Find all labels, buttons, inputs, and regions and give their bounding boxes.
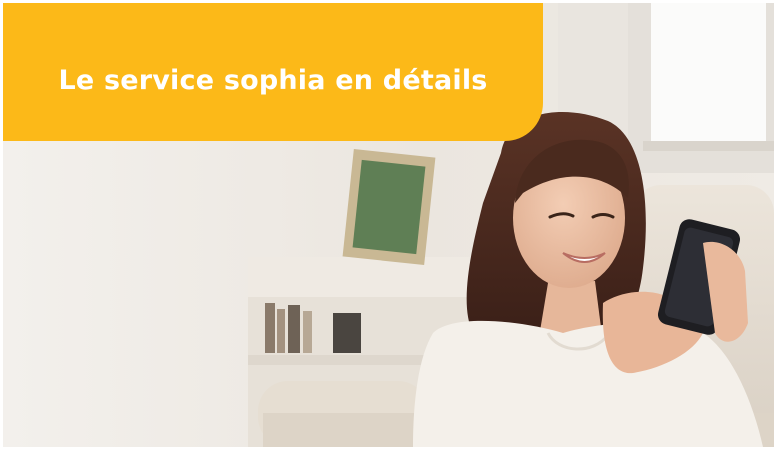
title-banner: Le service sophia en détails — [3, 3, 543, 141]
banner-title: Le service sophia en détails — [58, 64, 488, 96]
hero-card: Le service sophia en détails — [3, 3, 774, 447]
